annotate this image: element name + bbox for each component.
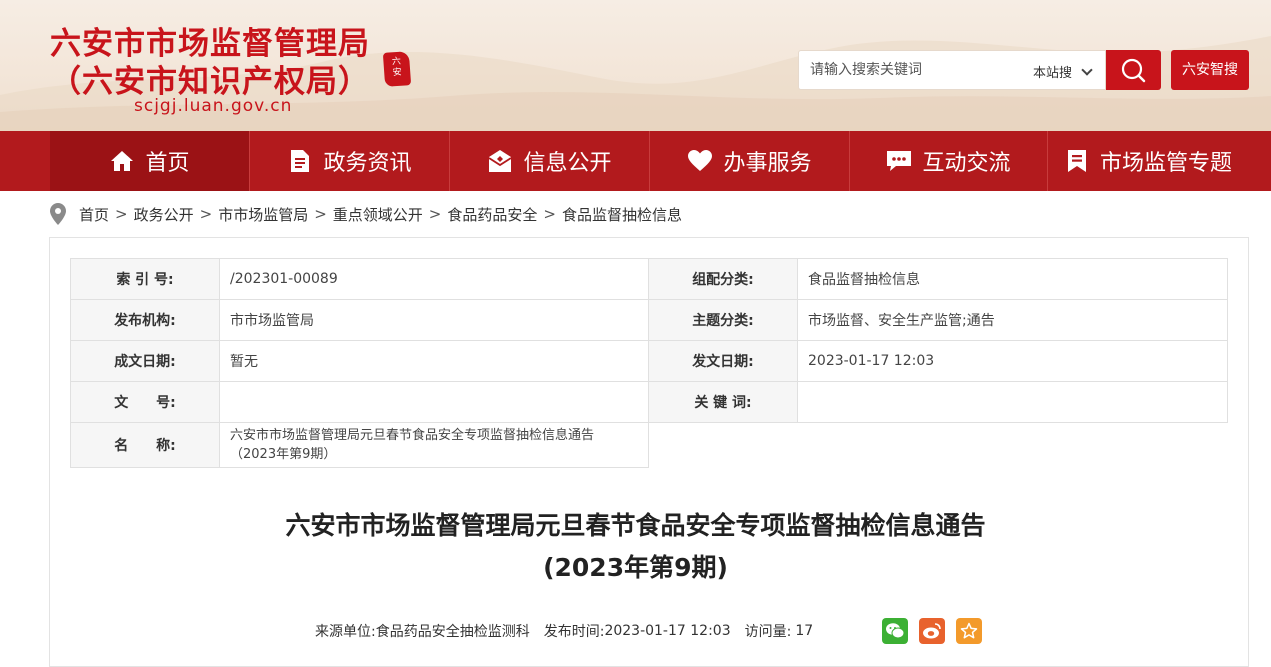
nav-market-topics[interactable]: 市场监管专题 bbox=[1048, 131, 1248, 191]
nav-news[interactable]: 政务资讯 bbox=[250, 131, 449, 191]
nav-label: 信息公开 bbox=[523, 151, 612, 176]
meta-key-name: 名 称: bbox=[70, 422, 220, 468]
breadcrumb-separator: > bbox=[543, 205, 556, 223]
nav-info-open[interactable]: 信息公开 bbox=[450, 131, 649, 191]
meta-key-docno: 文 号: bbox=[70, 381, 220, 423]
meta-value-name-line1: 六安市市场监督管理局元旦春节食品安全专项监督抽检信息通告 bbox=[230, 428, 595, 443]
nav-interaction[interactable]: 互动交流 bbox=[850, 131, 1047, 191]
table-row: 发布机构: 市市场监管局 主题分类: 市场监督、安全生产监管;通告 bbox=[70, 299, 1228, 341]
table-row: 名 称: 六安市市场监督管理局元旦春节食品安全专项监督抽检信息通告 （2023年… bbox=[70, 422, 1228, 468]
meta-key-created: 成文日期: bbox=[70, 340, 220, 382]
table-row: 文 号: 关 键 词: bbox=[70, 381, 1228, 423]
location-pin-icon bbox=[50, 203, 66, 225]
views-value: 17 bbox=[795, 623, 814, 639]
nav-home[interactable]: 首页 bbox=[50, 131, 249, 191]
table-row: 成文日期: 暂无 发文日期: 2023-01-17 12:03 bbox=[70, 340, 1228, 382]
meta-key-category: 组配分类: bbox=[648, 258, 798, 300]
open-letter-icon bbox=[487, 148, 513, 174]
wechat-icon bbox=[886, 623, 905, 639]
site-header: 六安市市场监督管理局 （六安市知识产权局） scjgj.luan.gov.cn … bbox=[0, 0, 1271, 131]
nav-label: 办事服务 bbox=[723, 151, 812, 176]
breadcrumb-item[interactable]: 政务公开 bbox=[134, 204, 194, 225]
article-title-issue: (2023年第9期) bbox=[543, 553, 728, 582]
nav-label: 政务资讯 bbox=[323, 151, 412, 176]
chat-icon bbox=[886, 148, 912, 174]
meta-key-keywords: 关 键 词: bbox=[648, 381, 798, 423]
share-weibo-button[interactable] bbox=[919, 618, 945, 644]
nav-label: 首页 bbox=[145, 151, 190, 176]
meta-key-index: 索 引 号: bbox=[70, 258, 220, 300]
heart-icon bbox=[687, 148, 713, 174]
meta-value-name: 六安市市场监督管理局元旦春节食品安全专项监督抽检信息通告 （2023年第9期） bbox=[219, 422, 649, 468]
publish-time-label: 发布时间: bbox=[543, 624, 605, 640]
meta-value-category: 食品监督抽检信息 bbox=[797, 258, 1228, 300]
search-icon bbox=[1121, 58, 1146, 83]
favorite-button[interactable] bbox=[956, 618, 982, 644]
search-scope-select[interactable]: 本站搜 bbox=[1033, 62, 1072, 81]
site-subtitle: （六安市知识产权局） bbox=[50, 64, 370, 100]
meta-value-issued: 2023-01-17 12:03 bbox=[797, 340, 1228, 382]
source-value: 食品药品安全抽检监测科 bbox=[375, 624, 530, 640]
weibo-icon bbox=[923, 623, 941, 639]
meta-key-publisher: 发布机构: bbox=[70, 299, 220, 341]
source-label: 来源单位: bbox=[315, 624, 376, 640]
site-domain: scjgj.luan.gov.cn bbox=[134, 96, 293, 116]
table-row: 索 引 号: /202301-00089 组配分类: 食品监督抽检信息 bbox=[70, 258, 1228, 300]
smart-search-button[interactable]: 六安智搜 bbox=[1171, 50, 1249, 90]
breadcrumb-item[interactable]: 首页 bbox=[79, 204, 109, 225]
nav-label: 市场监管专题 bbox=[1099, 151, 1232, 176]
meta-value-keywords bbox=[797, 381, 1228, 423]
search-input[interactable] bbox=[799, 51, 1024, 89]
breadcrumb-item[interactable]: 食品药品安全 bbox=[447, 204, 537, 225]
breadcrumb-separator: > bbox=[115, 205, 128, 223]
meta-value-docno bbox=[219, 381, 649, 423]
article-info: 来源单位: 食品药品安全抽检监测科 发布时间: 2023-01-17 12:03… bbox=[315, 618, 813, 644]
breadcrumb-item[interactable]: 重点领域公开 bbox=[333, 204, 423, 225]
breadcrumb-separator: > bbox=[314, 205, 327, 223]
breadcrumb-item[interactable]: 市市场监管局 bbox=[218, 204, 308, 225]
nav-services[interactable]: 办事服务 bbox=[650, 131, 849, 191]
main-nav: 首页 政务资讯 信息公开 办事服务 互动交流 市场监管专题 bbox=[0, 131, 1271, 191]
chevron-down-icon[interactable] bbox=[1081, 64, 1093, 76]
meta-value-name-line2: （2023年第9期） bbox=[230, 447, 337, 462]
bookmark-icon bbox=[1064, 148, 1090, 174]
document-icon bbox=[287, 148, 313, 174]
seal-logo: 六安 bbox=[382, 51, 412, 87]
home-icon bbox=[109, 148, 135, 174]
meta-value-created: 暂无 bbox=[219, 340, 649, 382]
meta-key-issued: 发文日期: bbox=[648, 340, 798, 382]
meta-value-index: /202301-00089 bbox=[219, 258, 649, 300]
nav-label: 互动交流 bbox=[922, 151, 1011, 176]
views-label: 访问量: bbox=[744, 624, 792, 640]
search-button[interactable] bbox=[1106, 50, 1161, 90]
breadcrumb-item[interactable]: 食品监督抽检信息 bbox=[562, 204, 682, 225]
breadcrumb-separator: > bbox=[428, 205, 442, 223]
meta-value-topic: 市场监督、安全生产监管;通告 bbox=[797, 299, 1228, 341]
breadcrumb-separator: > bbox=[199, 205, 213, 223]
publish-time-value: 2023-01-17 12:03 bbox=[604, 623, 731, 639]
star-icon bbox=[960, 622, 978, 639]
article-title: 六安市市场监督管理局元旦春节食品安全专项监督抽检信息通告 bbox=[285, 511, 986, 540]
meta-key-topic: 主题分类: bbox=[648, 299, 798, 341]
search-box: 本站搜 bbox=[798, 50, 1106, 90]
share-wechat-button[interactable] bbox=[882, 618, 908, 644]
breadcrumb: 首页 > 政务公开 > 市市场监管局 > 重点领域公开 > 食品药品安全 > 食… bbox=[50, 202, 682, 226]
meta-value-publisher: 市市场监管局 bbox=[219, 299, 649, 341]
